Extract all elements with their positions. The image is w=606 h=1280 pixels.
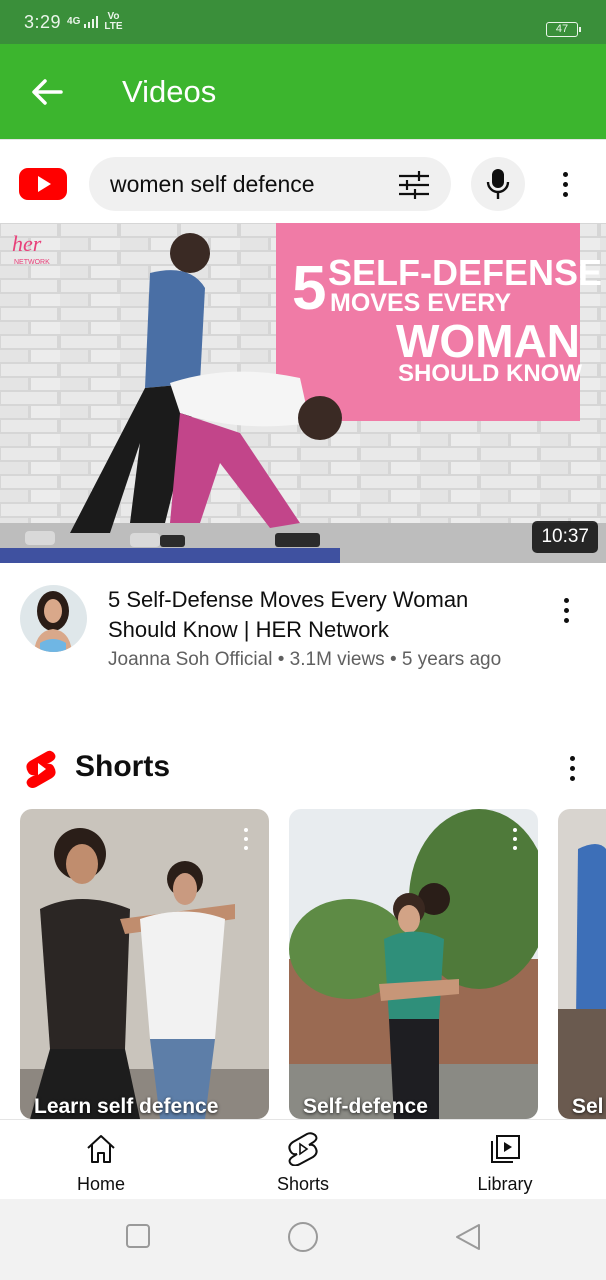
bottom-navigation: Home Shorts Library <box>0 1119 606 1199</box>
triangle-back-icon[interactable] <box>454 1222 482 1257</box>
short-title: Learn self defence <box>34 1095 219 1118</box>
network-indicator: 4G <box>67 16 99 28</box>
short-card[interactable]: Sel <box>558 809 606 1119</box>
volte-indicator: Vo LTE <box>104 12 122 32</box>
nav-library[interactable]: Library <box>445 1132 565 1195</box>
view-count: 3.1M views <box>289 649 385 670</box>
volte-bottom: LTE <box>104 21 123 32</box>
short-thumbnail <box>558 809 606 1119</box>
separator: • <box>277 649 285 670</box>
video-duration: 10:37 <box>532 521 598 553</box>
short-more-button[interactable] <box>500 819 530 859</box>
video-thumbnail[interactable]: 5 SELF-DEFENSE MOVES EVERY WOMAN SHOULD … <box>0 223 606 563</box>
nav-home[interactable]: Home <box>41 1132 161 1195</box>
battery-icon: 47 <box>546 22 581 37</box>
app-bar: Videos <box>0 44 606 139</box>
search-input[interactable]: women self defence <box>89 157 451 211</box>
video-metadata: Joanna Soh Official • 3.1M views • 5 yea… <box>108 647 528 673</box>
arrow-left-icon <box>32 78 63 105</box>
shorts-title: Shorts <box>75 750 171 783</box>
square-icon[interactable] <box>125 1223 151 1254</box>
network-type: 4G <box>67 16 81 27</box>
shorts-section-header: Shorts <box>0 740 606 800</box>
mic-icon <box>486 169 510 199</box>
upload-age: 5 years ago <box>401 649 502 670</box>
circle-icon[interactable] <box>287 1221 319 1258</box>
system-navigation <box>0 1199 606 1280</box>
voice-search-button[interactable] <box>471 157 525 211</box>
status-time: 3:29 <box>24 11 62 32</box>
thumb-line4: SHOULD KNOW <box>398 360 582 387</box>
brand-watermark-sub: NETWORK <box>14 259 50 266</box>
filter-button[interactable] <box>397 170 431 205</box>
short-card[interactable]: Self-defence <box>289 809 538 1119</box>
shorts-logo-icon <box>24 750 58 793</box>
brand-watermark: her <box>12 231 42 256</box>
home-icon <box>87 1135 115 1163</box>
short-card[interactable]: Learn self defence <box>20 809 269 1119</box>
search-query: women self defence <box>110 170 315 197</box>
video-info[interactable]: 5 Self-Defense Moves Every Woman Should … <box>0 565 606 725</box>
more-vertical-icon[interactable] <box>550 164 580 204</box>
page-title: Videos <box>122 73 217 109</box>
video-title[interactable]: 5 Self-Defense Moves Every Woman Should … <box>108 585 528 645</box>
short-title: Self-defence <box>303 1095 428 1118</box>
status-bar: 3:29 4G Vo LTE 47 <box>0 0 606 44</box>
shorts-icon <box>288 1132 318 1166</box>
youtube-logo-icon[interactable] <box>18 166 68 207</box>
thumb-line2: MOVES EVERY <box>330 289 511 317</box>
nav-shorts-label: Shorts <box>276 1174 330 1194</box>
separator: • <box>389 649 397 670</box>
youtube-header: women self defence <box>0 139 606 225</box>
channel-name[interactable]: Joanna Soh Official <box>108 649 272 670</box>
nav-shorts[interactable]: Shorts <box>243 1132 363 1195</box>
thumb-number: 5 <box>292 254 326 323</box>
back-button[interactable] <box>12 57 82 127</box>
nav-home-label: Home <box>76 1174 125 1194</box>
signal-icon <box>84 16 99 28</box>
short-title: Sel <box>572 1095 604 1118</box>
thumb-line1: SELF-DEFENSE <box>328 252 602 293</box>
library-icon <box>491 1135 520 1163</box>
thumbnail-image: 5 SELF-DEFENSE MOVES EVERY WOMAN SHOULD … <box>0 223 606 563</box>
short-more-button[interactable] <box>231 819 261 859</box>
video-more-button[interactable] <box>551 590 581 630</box>
sliders-icon <box>399 171 429 199</box>
shorts-more-button[interactable] <box>557 748 587 788</box>
avatar[interactable] <box>20 585 87 652</box>
nav-library-label: Library <box>477 1174 533 1194</box>
